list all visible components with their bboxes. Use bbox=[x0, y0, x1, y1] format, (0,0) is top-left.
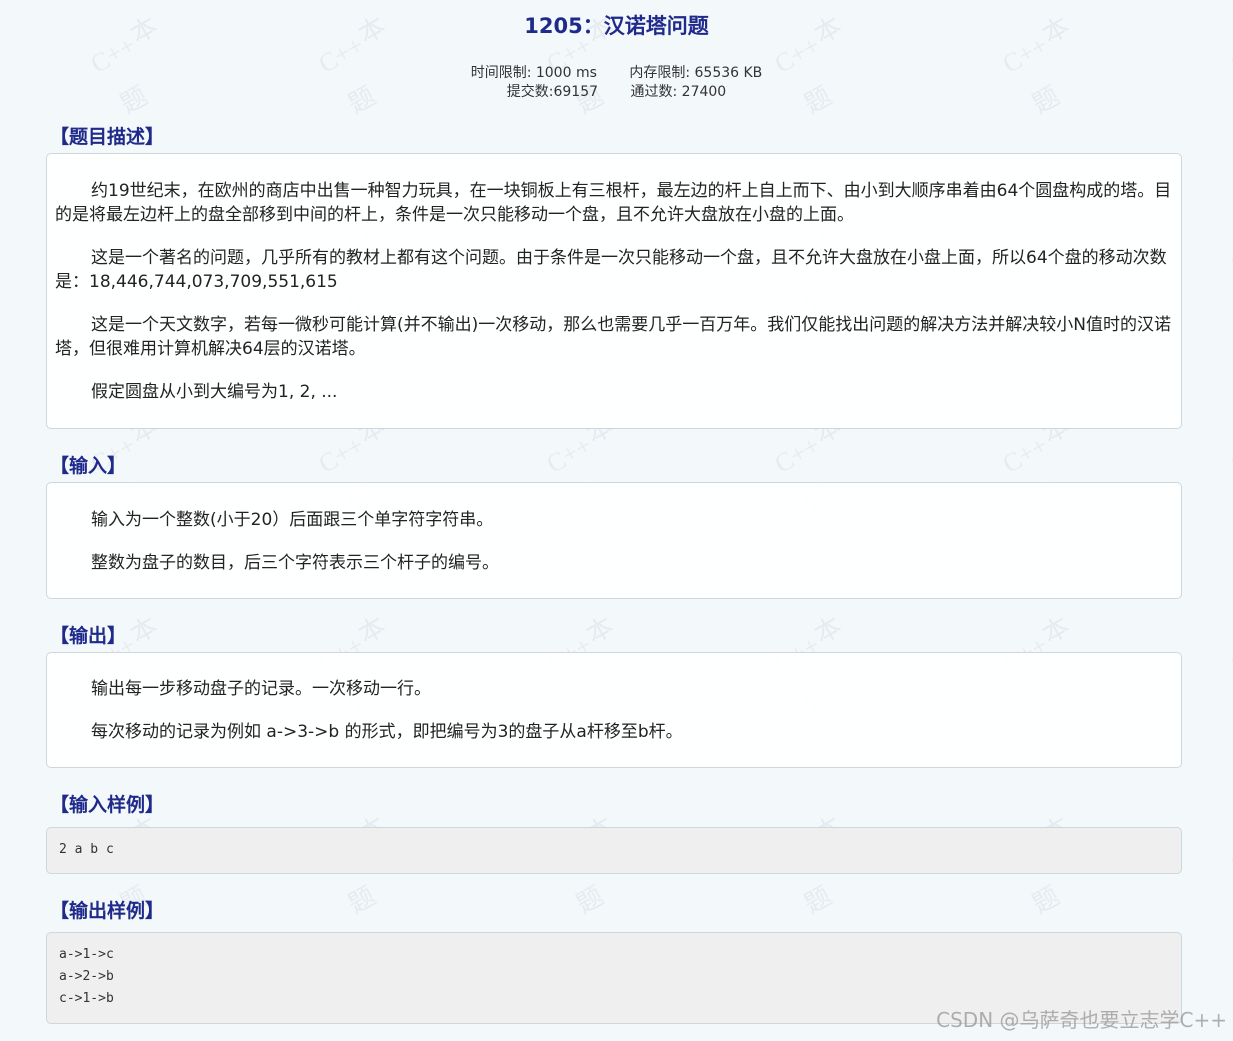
watermark-text: C++ bbox=[1225, 830, 1233, 879]
limits-row: 时间限制: 1000 ms 内存限制: 65536 KB bbox=[0, 62, 1233, 82]
watermark-glyph: 题 bbox=[1027, 881, 1065, 920]
description-heading: 【题目描述】 bbox=[50, 126, 165, 148]
submission-count: 提交数:69157 bbox=[506, 84, 599, 100]
memory-limit: 内存限制: 65536 KB bbox=[629, 65, 763, 81]
output-box: 输出每一步移动盘子的记录。一次移动一行。 每次移动的记录为例如 a->3->b … bbox=[46, 652, 1182, 768]
description-box: 约19世纪末，在欧州的商店中出售一种智力玩具，在一块铜板上有三根杆，最左边的杆上… bbox=[46, 153, 1182, 429]
stats-row: 提交数:69157 通过数: 27400 bbox=[0, 81, 1233, 101]
sample-output-line: a->2->b bbox=[59, 969, 114, 984]
csdn-credit-watermark: CSDN @乌萨奇也要立志学C++ bbox=[936, 1008, 1227, 1032]
watermark-glyph: 题 bbox=[571, 881, 609, 920]
sample-output-heading: 【输出样例】 bbox=[50, 900, 165, 922]
watermark-text: C++ bbox=[1225, 230, 1233, 279]
watermark-text: C++ bbox=[541, 430, 597, 479]
watermark-glyph: 本 bbox=[809, 611, 847, 650]
sample-output-line: a->1->c bbox=[59, 947, 114, 962]
watermark-glyph: 题 bbox=[343, 881, 381, 920]
description-paragraph: 假定圆盘从小到大编号为1, 2, ... bbox=[91, 382, 338, 402]
problem-title: 1205：汉诺塔问题 bbox=[524, 14, 709, 38]
sample-input-box[interactable]: 2 a b c bbox=[46, 827, 1182, 874]
watermark-glyph: 本 bbox=[1037, 611, 1075, 650]
description-paragraph: 这是一个天文数字，若每一微秒可能计算(并不输出)一次移动，那么也需要几乎一百万年… bbox=[55, 315, 1171, 359]
sample-input-line: 2 a b c bbox=[59, 842, 114, 857]
output-heading: 【输出】 bbox=[50, 625, 127, 647]
watermark-text: C++ bbox=[313, 430, 369, 479]
watermark-glyph: 题 bbox=[799, 881, 837, 920]
description-paragraph: 这是一个著名的问题，几乎所有的教材上都有这个问题。由于条件是一次只能移动一个盘，… bbox=[55, 248, 1167, 292]
watermark-text: C++ bbox=[1225, 430, 1233, 479]
time-limit: 时间限制: 1000 ms bbox=[470, 65, 597, 81]
watermark-glyph: 本 bbox=[581, 611, 619, 650]
sample-input-heading: 【输入样例】 bbox=[50, 794, 165, 816]
input-heading: 【输入】 bbox=[50, 455, 127, 477]
output-paragraph: 每次移动的记录为例如 a->3->b 的形式，即把编号为3的盘子从a杆移至b杆。 bbox=[91, 722, 683, 742]
description-paragraph: 约19世纪末，在欧州的商店中出售一种智力玩具，在一块铜板上有三根杆，最左边的杆上… bbox=[55, 181, 1172, 225]
accepted-count: 通过数: 27400 bbox=[630, 84, 727, 100]
watermark-glyph: 本 bbox=[353, 611, 391, 650]
output-paragraph: 输出每一步移动盘子的记录。一次移动一行。 bbox=[91, 679, 431, 699]
watermark-text: C++ bbox=[997, 430, 1053, 479]
watermark-text: C++ bbox=[1225, 630, 1233, 679]
watermark-glyph: 本 bbox=[125, 611, 163, 650]
input-paragraph: 整数为盘子的数目，后三个字符表示三个杆子的编号。 bbox=[91, 553, 499, 573]
input-box: 输入为一个整数(小于20）后面跟三个单字符字符串。 整数为盘子的数目，后三个字符… bbox=[46, 482, 1182, 599]
input-paragraph: 输入为一个整数(小于20）后面跟三个单字符字符串。 bbox=[91, 510, 494, 530]
watermark-text: C++ bbox=[769, 430, 825, 479]
